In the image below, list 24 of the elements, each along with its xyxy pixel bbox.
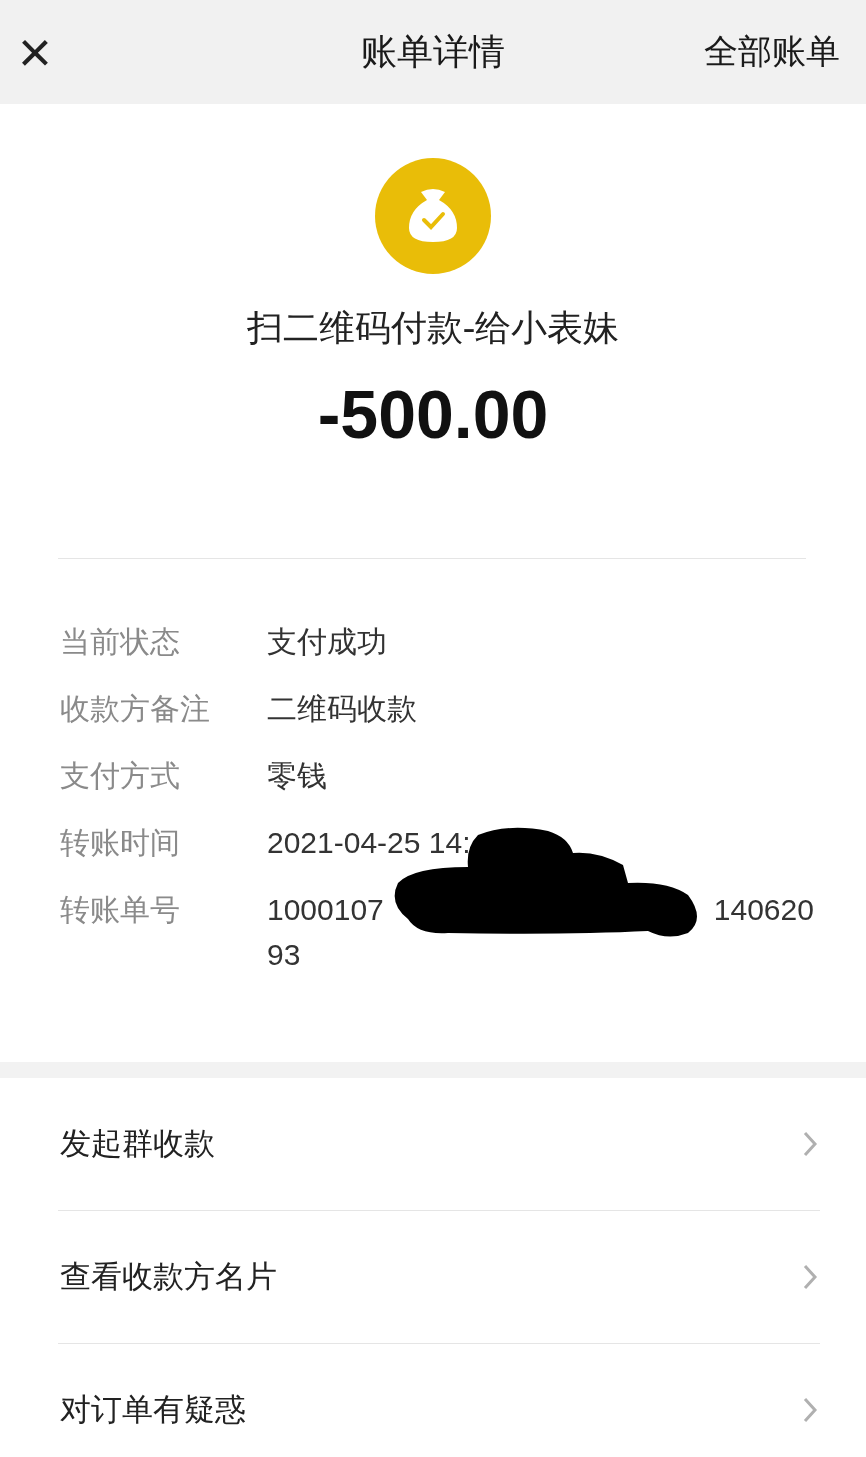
detail-label: 转账时间 (60, 824, 181, 862)
page-title: 账单详情 (361, 30, 505, 72)
detail-label: 转账单号 (60, 891, 181, 929)
chevron-right-icon (802, 1130, 818, 1158)
detail-label: 收款方备注 (60, 690, 211, 728)
detail-value: 93 (267, 937, 302, 973)
menu-item[interactable]: 查看收款方名片 (0, 1211, 866, 1343)
detail-value: 140620 (713, 892, 814, 928)
amount: -500.00 (317, 375, 549, 453)
detail-value: 零钱 (267, 758, 327, 794)
chevron-right-icon (802, 1396, 818, 1424)
detail-label: 支付方式 (60, 757, 181, 795)
close-button[interactable]: × (18, 23, 52, 81)
payment-title: 扫二维码付款-给小表妹 (246, 306, 620, 350)
all-bills-link[interactable]: 全部账单 (704, 29, 840, 75)
chevron-right-icon (802, 1263, 818, 1291)
menu-item[interactable]: 对订单有疑惑 (0, 1344, 866, 1457)
menu-item[interactable]: 发起群收款 (0, 1078, 866, 1210)
detail-value: 支付成功 (267, 624, 387, 660)
detail-value: 二维码收款 (267, 691, 417, 727)
money-bag-icon (375, 158, 491, 274)
detail-value: 1000107 (267, 892, 384, 928)
detail-value: 2021-04-25 14: (267, 825, 471, 861)
detail-label: 当前状态 (60, 623, 181, 661)
